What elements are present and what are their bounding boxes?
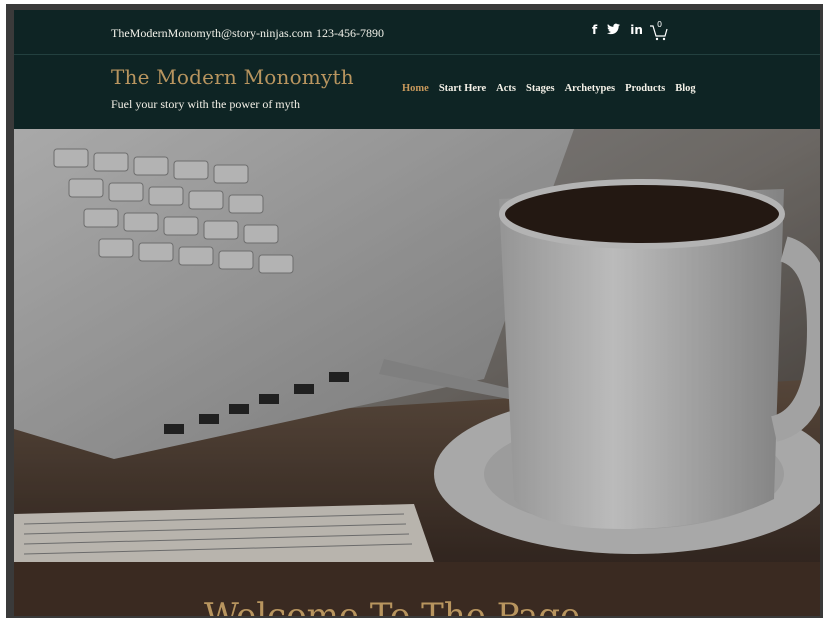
welcome-section: Welcome To The Page: [14, 562, 820, 616]
nav-blog[interactable]: Blog: [675, 83, 695, 94]
twitter-icon[interactable]: [607, 23, 621, 38]
site-tagline: Fuel your story with the power of myth: [111, 97, 300, 111]
nav-products[interactable]: Products: [625, 83, 665, 94]
hero-photo: [14, 129, 820, 562]
social-links: f in: [592, 23, 643, 38]
main-nav: Home Start Here Acts Stages Archetypes P…: [402, 83, 696, 94]
browser-frame: TheModernMonomyth@story-ninjas.com 123-4…: [6, 4, 823, 618]
nav-home[interactable]: Home: [402, 83, 429, 94]
nav-stages[interactable]: Stages: [526, 83, 555, 94]
phone-link[interactable]: 123-456-7890: [316, 26, 384, 41]
site-title[interactable]: The Modern Monomyth: [111, 65, 354, 89]
linkedin-icon[interactable]: in: [630, 23, 643, 38]
cart-count: 0: [657, 20, 663, 29]
nav-archetypes[interactable]: Archetypes: [565, 83, 616, 94]
email-link[interactable]: TheModernMonomyth@story-ninjas.com: [111, 26, 312, 41]
hero-image: [14, 129, 820, 562]
site-header: The Modern Monomyth Fuel your story with…: [14, 55, 820, 129]
website: TheModernMonomyth@story-ninjas.com 123-4…: [14, 10, 820, 616]
welcome-title: Welcome To The Page: [204, 596, 581, 616]
nav-start-here[interactable]: Start Here: [439, 83, 486, 94]
cart-icon[interactable]: 0: [648, 20, 670, 42]
facebook-icon[interactable]: f: [592, 23, 597, 38]
contact-bar: TheModernMonomyth@story-ninjas.com 123-4…: [14, 10, 820, 55]
nav-acts[interactable]: Acts: [496, 83, 516, 94]
